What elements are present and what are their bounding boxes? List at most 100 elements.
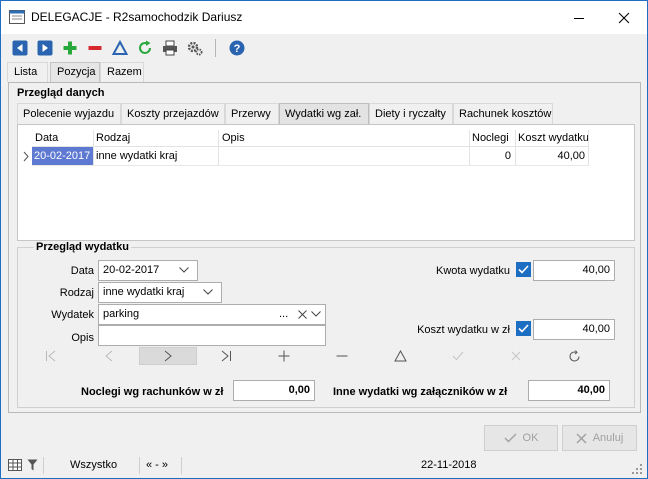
cancel-label: Anuluj xyxy=(592,432,624,444)
next-icon xyxy=(164,350,172,362)
refresh-button[interactable] xyxy=(135,38,155,58)
cell-rodzaj[interactable]: inne wydatki kraj xyxy=(96,147,177,165)
column-header-data[interactable]: Data xyxy=(35,130,58,146)
expenses-grid[interactable]: Data Rodzaj Opis Noclegi Koszt wydatku 2… xyxy=(17,124,635,241)
help-icon: ? xyxy=(229,40,245,56)
delete-record-button[interactable] xyxy=(313,347,371,365)
confirm-record-button[interactable] xyxy=(429,347,487,365)
status-bar: Wszystko « - » 22-11-2018 xyxy=(1,453,647,478)
tab-lista[interactable]: Lista xyxy=(7,62,48,82)
column-header-koszt-wydatku[interactable]: Koszt wydatku xyxy=(518,130,589,146)
minimize-icon xyxy=(574,17,584,19)
tab-pozycja[interactable]: Pozycja xyxy=(50,62,100,82)
koszt-label: Koszt wydatku w zł xyxy=(417,324,510,336)
cell-noclegi[interactable]: 0 xyxy=(469,147,511,165)
svg-text:?: ? xyxy=(234,43,241,55)
column-separator xyxy=(218,130,219,166)
plus-icon xyxy=(63,41,77,55)
tab-diety-i-ryczalty[interactable]: Diety i ryczałty xyxy=(369,103,453,124)
column-header-noclegi[interactable]: Noclegi xyxy=(472,130,509,146)
opis-label: Opis xyxy=(71,332,94,344)
rodzaj-select[interactable]: inne wydatki kraj xyxy=(98,282,222,303)
refresh-icon xyxy=(569,349,579,361)
edit-record-button[interactable] xyxy=(371,347,429,365)
row-underline xyxy=(32,165,588,166)
tab-wydatki-wg-zal[interactable]: Wydatki wg zał. xyxy=(279,103,369,124)
minimize-button[interactable] xyxy=(556,1,602,34)
resize-grip-icon[interactable] xyxy=(631,463,643,475)
close-icon xyxy=(511,351,521,361)
kwota-checkbox[interactable] xyxy=(516,262,531,277)
add-button[interactable] xyxy=(60,38,80,58)
tab-koszty-przejazdow[interactable]: Koszty przejazdów xyxy=(121,103,225,124)
tab-polecenie-wyjazdu[interactable]: Polecenie wyjazdu xyxy=(17,103,121,124)
ok-button[interactable]: OK xyxy=(484,425,558,451)
delete-button[interactable] xyxy=(85,38,105,58)
koszt-input[interactable]: 40,00 xyxy=(533,319,615,340)
wydatek-label: Wydatek xyxy=(51,309,94,321)
date-value: 20-02-2017 xyxy=(103,264,160,276)
minus-icon xyxy=(88,46,102,50)
print-button[interactable] xyxy=(160,38,180,58)
chevron-down-icon[interactable] xyxy=(311,311,321,317)
clear-icon[interactable] xyxy=(298,310,307,319)
next-record-button[interactable] xyxy=(139,347,197,365)
row-indicator-icon xyxy=(23,151,29,162)
column-header-rodzaj[interactable]: Rodzaj xyxy=(96,130,130,146)
cancel-button[interactable]: Anuluj xyxy=(562,425,637,451)
date-picker[interactable]: 20-02-2017 xyxy=(98,260,198,281)
noclegi-summary-value[interactable]: 0,00 xyxy=(233,380,315,401)
opis-input[interactable] xyxy=(98,325,326,346)
cell-data[interactable]: 20-02-2017 xyxy=(32,147,93,165)
tab-razem[interactable]: Razem xyxy=(100,62,144,82)
triangle-icon xyxy=(393,350,407,362)
status-date: 22-11-2018 xyxy=(421,459,477,471)
plus-icon xyxy=(278,350,290,362)
inne-wydatki-summary-label: Inne wydatki wg załączników w zł xyxy=(333,386,508,398)
toolbar-separator xyxy=(215,39,216,57)
first-icon xyxy=(46,350,56,362)
check-icon xyxy=(518,265,529,274)
koszt-checkbox[interactable] xyxy=(516,321,531,336)
column-separator xyxy=(588,130,589,166)
first-record-button[interactable] xyxy=(22,347,80,365)
help-button[interactable]: ? xyxy=(227,38,247,58)
status-range: « - » xyxy=(146,459,169,471)
column-header-opis[interactable]: Opis xyxy=(222,130,245,146)
inne-wydatki-summary-value[interactable]: 40,00 xyxy=(528,380,610,401)
app-icon xyxy=(9,10,25,24)
kwota-input[interactable]: 40,00 xyxy=(533,260,615,281)
grid-icon[interactable] xyxy=(8,459,22,471)
previous-button[interactable] xyxy=(10,38,30,58)
previous-record-button[interactable] xyxy=(80,347,138,365)
wydatek-field[interactable]: parking ... xyxy=(98,304,326,325)
ok-label: OK xyxy=(522,432,539,444)
next-button[interactable] xyxy=(35,38,55,58)
filter-icon[interactable] xyxy=(27,459,38,471)
filter-triangle-icon xyxy=(112,40,128,55)
arrow-right-icon xyxy=(37,40,53,56)
check-icon xyxy=(518,324,529,333)
browse-button[interactable]: ... xyxy=(279,305,288,324)
check-icon xyxy=(504,433,517,443)
last-record-button[interactable] xyxy=(197,347,255,365)
chevron-down-icon xyxy=(179,267,189,273)
status-filter: Wszystko xyxy=(70,459,118,471)
main-window: DELEGACJE - R2samochodzik Dariusz ? List… xyxy=(0,0,648,479)
cell-koszt[interactable]: 40,00 xyxy=(515,147,585,165)
window-title: DELEGACJE - R2samochodzik Dariusz xyxy=(31,10,243,24)
refresh-record-button[interactable] xyxy=(545,347,603,365)
tab-przerwy[interactable]: Przerwy xyxy=(225,103,279,124)
rodzaj-value: inne wydatki kraj xyxy=(103,286,185,298)
close-icon xyxy=(576,433,587,443)
filter-button[interactable] xyxy=(110,38,130,58)
settings-button[interactable] xyxy=(185,38,205,58)
add-record-button[interactable] xyxy=(255,347,313,365)
refresh-icon xyxy=(139,40,151,54)
toolbar: ? xyxy=(1,34,647,62)
data-label: Data xyxy=(70,265,94,277)
cancel-record-button[interactable] xyxy=(487,347,545,365)
close-button[interactable] xyxy=(601,1,647,34)
noclegi-summary-label: Noclegi wg rachunków w zł xyxy=(81,386,224,398)
tab-rachunek-kosztow[interactable]: Rachunek kosztów xyxy=(453,103,553,124)
